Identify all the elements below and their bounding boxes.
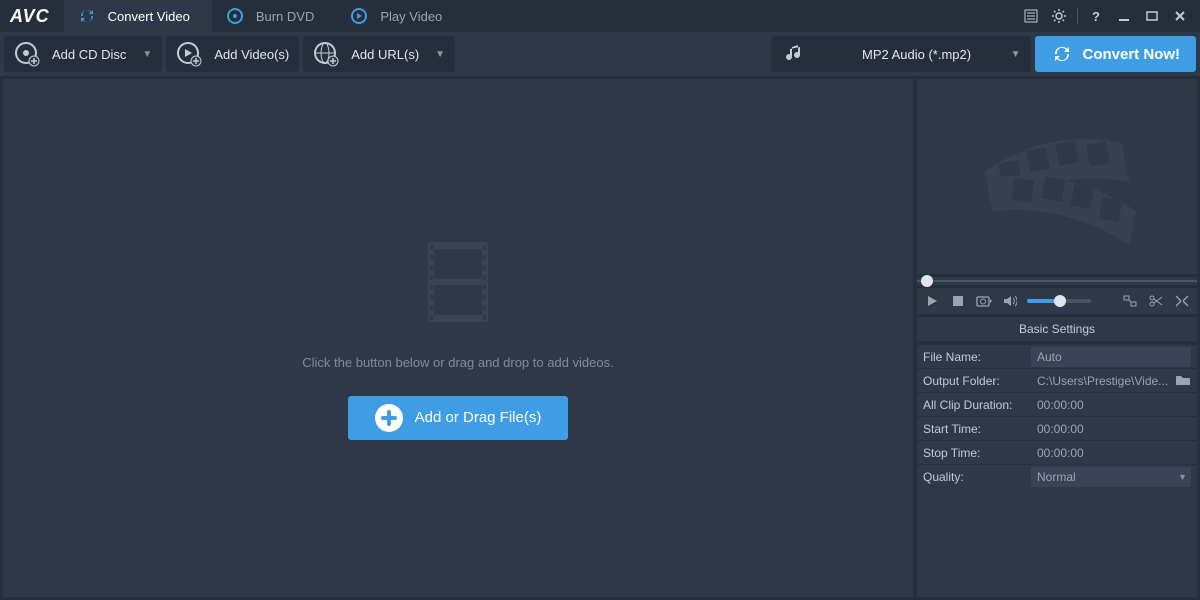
setting-output-folder: Output Folder: C:\Users\Prestige\Vide...: [917, 368, 1197, 392]
window-controls: ?: [1011, 6, 1200, 26]
tab-play-video[interactable]: Play Video: [336, 0, 464, 32]
folder-icon[interactable]: [1175, 374, 1191, 388]
divider: [1077, 8, 1078, 24]
setting-value[interactable]: 00:00:00: [1031, 446, 1191, 460]
chevron-down-icon: ▼: [142, 49, 152, 60]
stop-button[interactable]: [949, 292, 967, 310]
seek-bar[interactable]: [917, 277, 1197, 285]
scissors-icon[interactable]: [1147, 292, 1165, 310]
main-area: Click the button below or drag and drop …: [0, 76, 1200, 600]
output-folder-value[interactable]: C:\Users\Prestige\Vide...: [1031, 374, 1191, 388]
chevron-down-icon: ▼: [1178, 472, 1191, 482]
file-name-input[interactable]: Auto: [1031, 347, 1191, 367]
button-label: Convert Now!: [1083, 46, 1181, 63]
refresh-icon: [78, 7, 96, 25]
setting-label: Start Time:: [923, 422, 1031, 436]
quality-select[interactable]: Normal ▼: [1031, 467, 1191, 487]
setting-file-name: File Name: Auto: [917, 344, 1197, 368]
button-label: Add URL(s): [351, 47, 419, 62]
video-add-icon: [176, 41, 202, 67]
dropzone[interactable]: Click the button below or drag and drop …: [3, 79, 913, 597]
setting-label: All Clip Duration:: [923, 398, 1031, 412]
app-logo: AVC: [0, 6, 64, 27]
setting-value: 00:00:00: [1031, 398, 1191, 412]
chevron-down-icon: ▼: [1011, 49, 1021, 60]
chevron-down-icon: ▼: [435, 49, 445, 60]
setting-value[interactable]: 00:00:00: [1031, 422, 1191, 436]
sync-icon: [1051, 43, 1073, 65]
main-tabs: Convert Video Burn DVD Play Video: [64, 0, 1011, 32]
film-placeholder-icon: [418, 237, 498, 327]
setting-clip-duration: All Clip Duration: 00:00:00: [917, 392, 1197, 416]
music-note-icon: [781, 40, 809, 68]
snapshot-button[interactable]: [975, 292, 993, 310]
setting-label: Quality:: [923, 470, 1031, 484]
tab-label: Play Video: [380, 9, 442, 24]
button-label: Add or Drag File(s): [415, 409, 542, 426]
help-icon[interactable]: ?: [1086, 6, 1106, 26]
add-cd-disc-button[interactable]: Add CD Disc ▼: [4, 36, 162, 72]
gear-icon[interactable]: [1049, 6, 1069, 26]
button-label: Add CD Disc: [52, 47, 126, 62]
setting-quality: Quality: Normal ▼: [917, 464, 1197, 488]
close-icon[interactable]: [1170, 6, 1190, 26]
maximize-icon[interactable]: [1142, 6, 1162, 26]
crop-icon[interactable]: [1173, 292, 1191, 310]
output-format-select[interactable]: MP2 Audio (*.mp2) ▼: [771, 36, 1031, 72]
preview-pane: [917, 79, 1197, 274]
add-files-button[interactable]: Add or Drag File(s): [348, 396, 568, 440]
setting-label: File Name:: [923, 350, 1031, 364]
play-icon: [350, 7, 368, 25]
button-label: Add Video(s): [214, 47, 289, 62]
tab-burn-dvd[interactable]: Burn DVD: [212, 0, 337, 32]
seek-thumb[interactable]: [921, 275, 933, 287]
settings-panel: File Name: Auto Output Folder: C:\Users\…: [917, 344, 1197, 597]
disc-add-icon: [14, 41, 40, 67]
volume-slider[interactable]: [1027, 299, 1091, 303]
expand-icon[interactable]: [1121, 292, 1139, 310]
plus-circle-icon: [375, 404, 403, 432]
disc-icon: [226, 7, 244, 25]
format-label: MP2 Audio (*.mp2): [823, 47, 1011, 62]
menu-icon[interactable]: [1021, 6, 1041, 26]
tab-label: Burn DVD: [256, 9, 315, 24]
title-bar: AVC Convert Video Burn DVD Play Video ?: [0, 0, 1200, 32]
player-controls: [917, 288, 1197, 314]
play-button[interactable]: [923, 292, 941, 310]
filmstrip-art-icon: [957, 107, 1157, 247]
toolbar: Add CD Disc ▼ Add Video(s) Add URL(s) ▼ …: [0, 32, 1200, 76]
setting-label: Stop Time:: [923, 446, 1031, 460]
setting-stop-time: Stop Time: 00:00:00: [917, 440, 1197, 464]
dropzone-hint: Click the button below or drag and drop …: [302, 355, 613, 370]
right-panel: Basic Settings File Name: Auto Output Fo…: [917, 79, 1197, 597]
tab-label: Convert Video: [108, 9, 190, 24]
tab-convert-video[interactable]: Convert Video: [64, 0, 212, 32]
setting-start-time: Start Time: 00:00:00: [917, 416, 1197, 440]
add-videos-button[interactable]: Add Video(s): [166, 36, 299, 72]
minimize-icon[interactable]: [1114, 6, 1134, 26]
setting-label: Output Folder:: [923, 374, 1031, 388]
settings-header: Basic Settings: [917, 317, 1197, 341]
convert-now-button[interactable]: Convert Now!: [1035, 36, 1197, 72]
add-urls-button[interactable]: Add URL(s) ▼: [303, 36, 455, 72]
volume-icon[interactable]: [1001, 292, 1019, 310]
globe-add-icon: [313, 41, 339, 67]
